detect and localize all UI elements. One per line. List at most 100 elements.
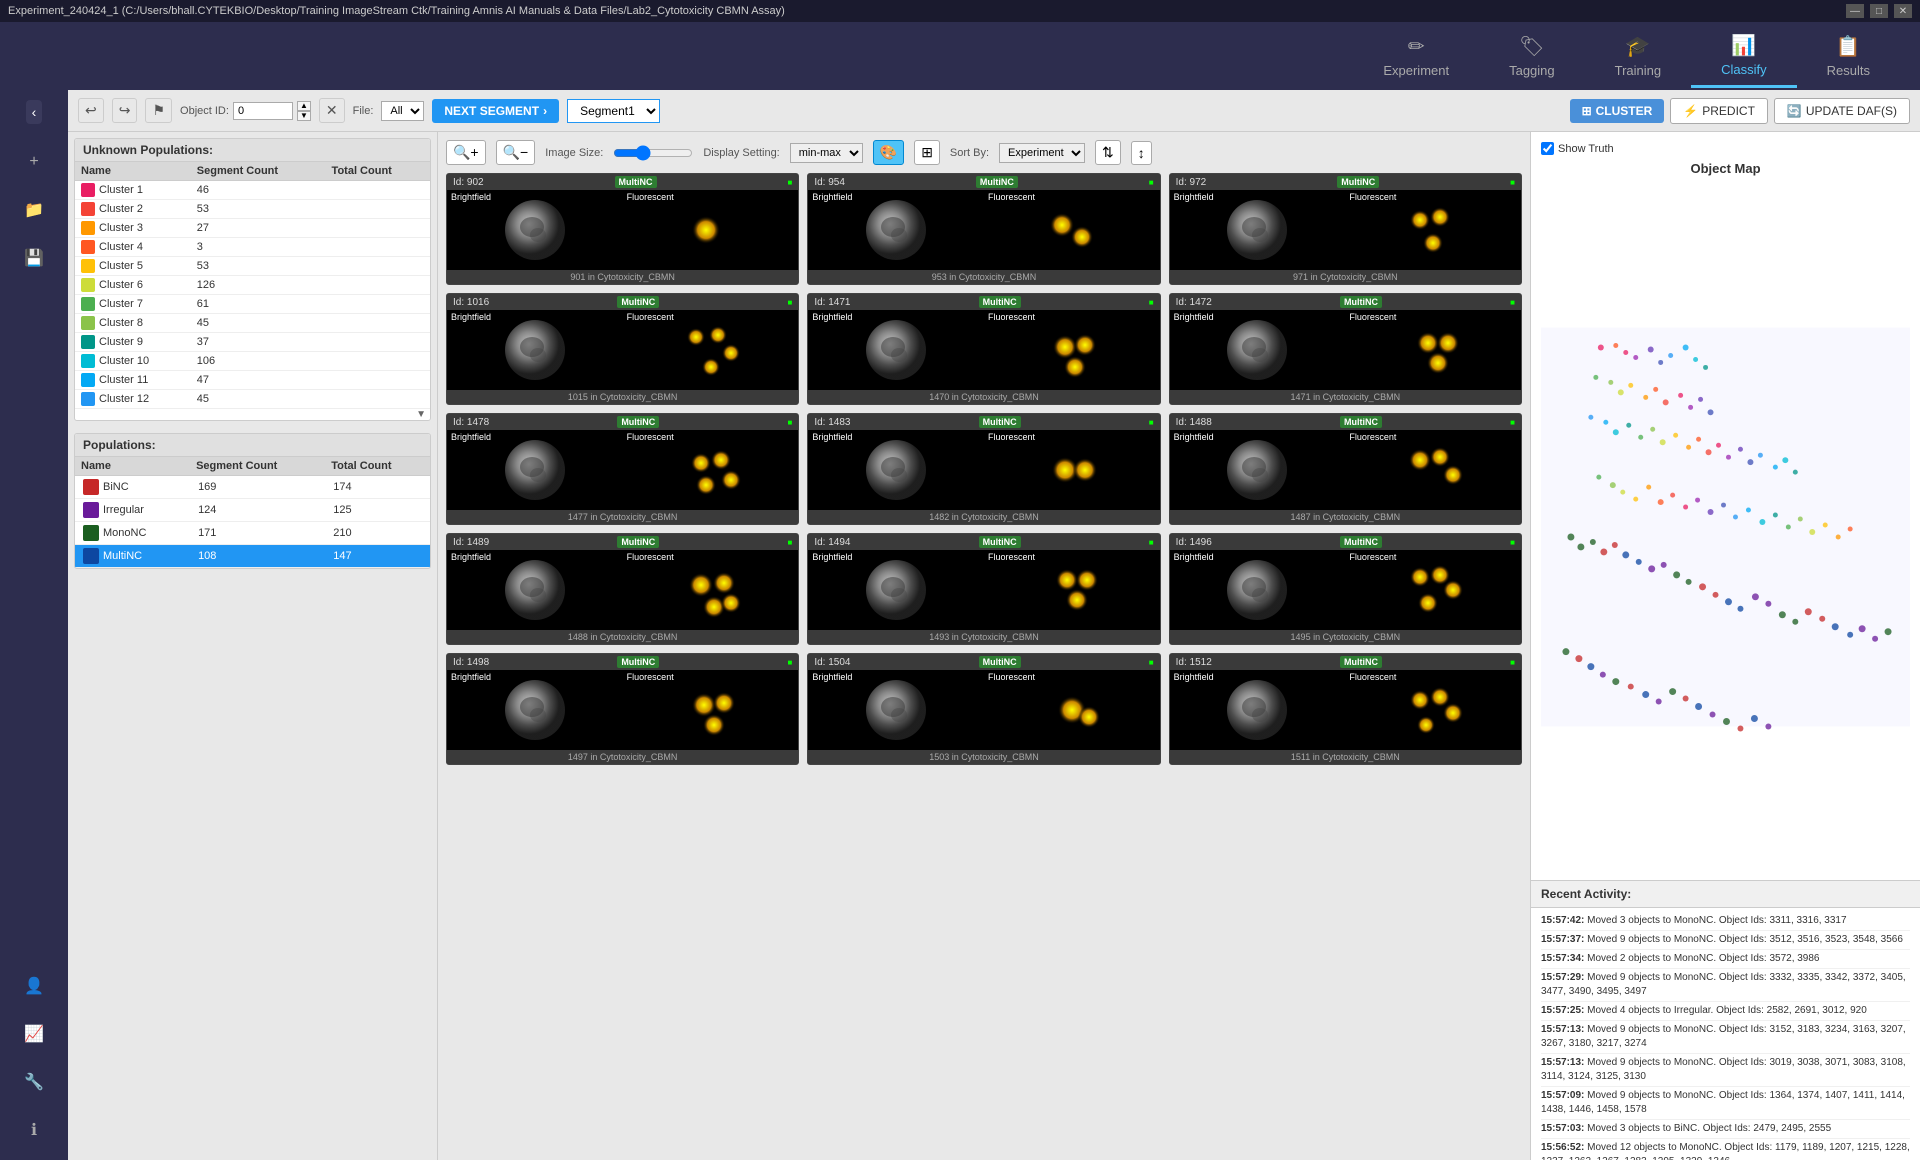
scatter-dot[interactable] bbox=[1832, 623, 1839, 630]
scatter-dot[interactable] bbox=[1695, 703, 1702, 710]
scatter-dot[interactable] bbox=[1626, 423, 1631, 428]
nav-tagging[interactable]: 🏷 Tagging bbox=[1479, 26, 1585, 86]
scatter-dot[interactable] bbox=[1738, 447, 1743, 452]
cluster-row[interactable]: Cluster 2 53 bbox=[75, 200, 430, 219]
scatter-dot[interactable] bbox=[1759, 519, 1765, 525]
nav-experiment[interactable]: ✏ Experiment bbox=[1353, 26, 1479, 86]
scatter-dot[interactable] bbox=[1765, 601, 1771, 607]
scatter-dot[interactable] bbox=[1737, 725, 1743, 731]
cluster-row[interactable]: Cluster 4 3 bbox=[75, 238, 430, 257]
image-card[interactable]: Id: 1488 MultiNC ■ Brightfield Fluoresce… bbox=[1169, 413, 1522, 525]
layout-button[interactable]: ⊞ bbox=[914, 140, 940, 165]
scatter-dot[interactable] bbox=[1847, 632, 1853, 638]
scatter-dot[interactable] bbox=[1658, 360, 1663, 365]
scatter-dot[interactable] bbox=[1706, 449, 1712, 455]
file-select[interactable]: All bbox=[381, 101, 424, 121]
scatter-dot[interactable] bbox=[1628, 383, 1633, 388]
image-card[interactable]: Id: 1498 MultiNC ■ Brightfield Fluoresce… bbox=[446, 653, 799, 765]
sidebar-info-button[interactable]: ℹ bbox=[14, 1110, 54, 1150]
scatter-dot[interactable] bbox=[1642, 691, 1649, 698]
scatter-dot[interactable] bbox=[1703, 365, 1708, 370]
scatter-dot[interactable] bbox=[1823, 523, 1828, 528]
cluster-row[interactable]: Cluster 8 45 bbox=[75, 314, 430, 333]
show-truth-checkbox[interactable] bbox=[1541, 142, 1554, 155]
nav-training[interactable]: 🎓 Training bbox=[1585, 26, 1691, 86]
nav-classify[interactable]: 📊 Classify bbox=[1691, 25, 1797, 88]
predict-button[interactable]: ⚡ PREDICT bbox=[1670, 98, 1768, 124]
cluster-row[interactable]: Cluster 9 37 bbox=[75, 333, 430, 352]
sidebar-folder-button[interactable]: 📁 bbox=[14, 190, 54, 230]
filter-button[interactable]: ⚑ bbox=[145, 98, 172, 123]
scatter-dot[interactable] bbox=[1596, 475, 1601, 480]
image-card[interactable]: Id: 1489 MultiNC ■ Brightfield Fluoresce… bbox=[446, 533, 799, 645]
image-card[interactable]: Id: 902 MultiNC ■ Brightfield Fluorescen… bbox=[446, 173, 799, 285]
scatter-dot[interactable] bbox=[1673, 571, 1680, 578]
scatter-dot[interactable] bbox=[1598, 344, 1604, 350]
scatter-dot[interactable] bbox=[1653, 387, 1658, 392]
scatter-dot[interactable] bbox=[1612, 542, 1618, 548]
scatter-dot[interactable] bbox=[1650, 427, 1655, 432]
scatter-dot[interactable] bbox=[1618, 389, 1624, 395]
scatter-dot[interactable] bbox=[1751, 715, 1758, 722]
palette-button[interactable]: 🎨 bbox=[873, 140, 904, 165]
cluster-row[interactable]: Cluster 12 45 bbox=[75, 390, 430, 409]
scatter-dot[interactable] bbox=[1708, 409, 1714, 415]
image-card[interactable]: Id: 1483 MultiNC ■ Brightfield Fluoresce… bbox=[807, 413, 1160, 525]
scatter-dot[interactable] bbox=[1733, 515, 1738, 520]
cluster-button[interactable]: ⊞ CLUSTER bbox=[1570, 99, 1665, 123]
scatter-dot[interactable] bbox=[1638, 435, 1643, 440]
scatter-dot[interactable] bbox=[1758, 453, 1763, 458]
image-card[interactable]: Id: 1504 MultiNC ■ Brightfield Fluoresce… bbox=[807, 653, 1160, 765]
scatter-dot[interactable] bbox=[1708, 509, 1714, 515]
scatter-dot[interactable] bbox=[1633, 355, 1638, 360]
image-size-slider[interactable] bbox=[613, 145, 693, 161]
scatter-dot[interactable] bbox=[1686, 445, 1691, 450]
scatter-dot[interactable] bbox=[1716, 443, 1721, 448]
sidebar-add-button[interactable]: + bbox=[14, 142, 54, 182]
scatter-dot[interactable] bbox=[1670, 493, 1675, 498]
show-truth-control[interactable]: Show Truth bbox=[1541, 142, 1910, 155]
scatter-dot[interactable] bbox=[1612, 678, 1619, 685]
scatter-dot[interactable] bbox=[1648, 565, 1655, 572]
scatter-dot[interactable] bbox=[1686, 579, 1692, 585]
scatter-dot[interactable] bbox=[1725, 598, 1732, 605]
scatter-dot[interactable] bbox=[1696, 437, 1701, 442]
scatter-dot[interactable] bbox=[1773, 513, 1778, 518]
cluster-row[interactable]: Cluster 1 46 bbox=[75, 181, 430, 200]
scatter-dot[interactable] bbox=[1643, 395, 1648, 400]
scatter-dot[interactable] bbox=[1587, 663, 1594, 670]
scatter-dot[interactable] bbox=[1658, 499, 1664, 505]
sidebar-expand-button[interactable]: ‹ bbox=[26, 100, 43, 124]
scatter-dot[interactable] bbox=[1663, 399, 1669, 405]
scatter-dot[interactable] bbox=[1848, 527, 1853, 532]
zoom-out-button[interactable]: 🔍− bbox=[496, 140, 536, 165]
display-setting-select[interactable]: min-max auto manual bbox=[790, 143, 863, 163]
scatter-dot[interactable] bbox=[1737, 606, 1743, 612]
cluster-row[interactable]: Cluster 11 47 bbox=[75, 371, 430, 390]
activity-log[interactable]: 15:57:42: Moved 3 objects to MonoNC. Obj… bbox=[1531, 908, 1920, 1160]
scatter-dot[interactable] bbox=[1805, 608, 1812, 615]
scatter-dot[interactable] bbox=[1836, 534, 1841, 539]
image-card[interactable]: Id: 1478 MultiNC ■ Brightfield Fluoresce… bbox=[446, 413, 799, 525]
scatter-dot[interactable] bbox=[1792, 619, 1798, 625]
scatter-dot[interactable] bbox=[1613, 343, 1618, 348]
scatter-dot[interactable] bbox=[1613, 429, 1619, 435]
scatter-dot[interactable] bbox=[1633, 497, 1638, 502]
scatter-dot[interactable] bbox=[1593, 375, 1598, 380]
scatter-dot[interactable] bbox=[1590, 539, 1596, 545]
redo-button[interactable]: ↪ bbox=[112, 98, 138, 123]
scatter-dot[interactable] bbox=[1747, 459, 1753, 465]
image-card[interactable]: Id: 1472 MultiNC ■ Brightfield Fluoresce… bbox=[1169, 293, 1522, 405]
scatter-dot[interactable] bbox=[1688, 405, 1693, 410]
scatter-dot[interactable] bbox=[1683, 696, 1689, 702]
scatter-dot[interactable] bbox=[1779, 611, 1786, 618]
scatter-dot[interactable] bbox=[1608, 380, 1613, 385]
zoom-in-button[interactable]: 🔍+ bbox=[446, 140, 486, 165]
scatter-dot[interactable] bbox=[1588, 415, 1593, 420]
scatter-dot[interactable] bbox=[1660, 439, 1666, 445]
scatter-dot[interactable] bbox=[1710, 712, 1716, 718]
scatter-dot[interactable] bbox=[1683, 505, 1688, 510]
scatter-dot[interactable] bbox=[1726, 455, 1731, 460]
segment-select[interactable]: Segment1 bbox=[567, 99, 660, 123]
population-row[interactable]: Irregular 124 125 bbox=[75, 499, 430, 522]
